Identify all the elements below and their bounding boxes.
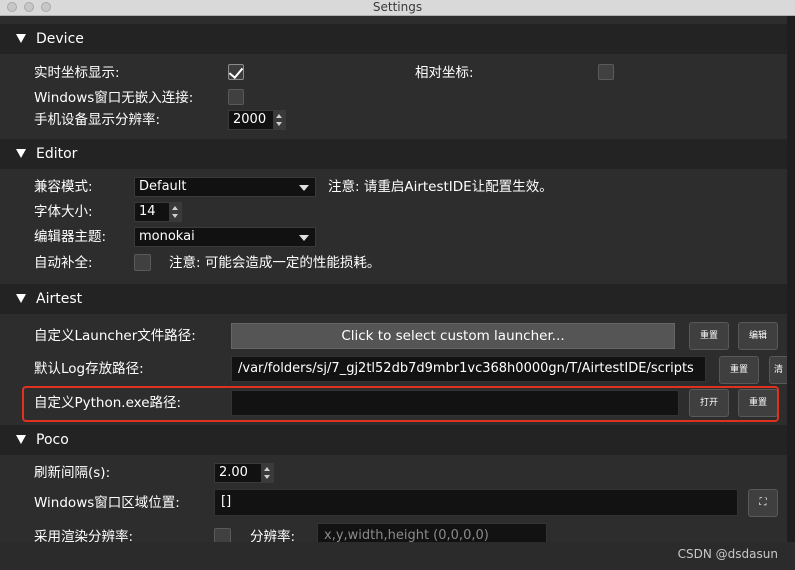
render-resolution-label: 采用渲染分辨率: — [34, 529, 134, 542]
refresh-interval-spinbox[interactable]: 2.00 — [214, 463, 274, 483]
poco-resolution-placeholder: x,y,width,height (0,0,0,0) — [324, 528, 489, 542]
font-size-spinbox[interactable]: 14 — [134, 202, 182, 222]
windows-no-embed-checkbox[interactable] — [228, 89, 244, 105]
section-title-airtest: Airtest — [36, 291, 83, 307]
collapse-arrow-icon — [16, 435, 26, 444]
section-header-airtest[interactable]: Airtest — [0, 284, 787, 314]
section-title-device: Device — [36, 31, 84, 47]
chevron-down-icon — [299, 235, 309, 241]
section-title-editor: Editor — [36, 146, 78, 162]
editor-theme-select[interactable]: monokai — [134, 227, 316, 247]
resolution-value: 2000 — [233, 112, 267, 127]
footer-bar — [0, 542, 795, 570]
font-size-label: 字体大小: — [34, 204, 93, 220]
collapse-arrow-icon — [16, 34, 26, 43]
log-path-field[interactable]: /var/folders/sj/7_gj2tl52db7d9mbr1vc368h… — [231, 356, 706, 382]
compat-mode-note: 注意: 请重启AirtestIDE让配置生效。 — [328, 179, 553, 195]
settings-content: Device 实时坐标显示: 相对坐标: Windows窗口无嵌入连接: 手机设… — [0, 16, 787, 542]
window-title: Settings — [372, 0, 423, 14]
spin-arrows[interactable] — [169, 203, 181, 221]
annotation-highlight-box — [22, 386, 779, 422]
launcher-reset-button[interactable]: 重置 — [689, 322, 729, 350]
expand-icon: ⛶ — [759, 497, 767, 508]
compat-mode-select[interactable]: Default — [134, 177, 316, 197]
poco-resolution-field[interactable]: x,y,width,height (0,0,0,0) — [317, 523, 547, 542]
arrow-down-icon — [276, 122, 282, 126]
select-launcher-button[interactable]: Click to select custom launcher... — [231, 323, 675, 349]
refresh-interval-label: 刷新间隔(s): — [34, 465, 111, 481]
vertical-scrollbar[interactable] — [787, 16, 795, 542]
arrow-down-icon — [172, 214, 178, 218]
editor-theme-value: monokai — [139, 229, 195, 244]
window-region-field[interactable]: [] — [214, 489, 738, 516]
resolution-label: 手机设备显示分辨率: — [34, 112, 161, 128]
realtime-coords-checkbox[interactable] — [228, 63, 244, 80]
launcher-path-label: 自定义Launcher文件路径: — [34, 328, 196, 344]
render-resolution-checkbox[interactable] — [214, 528, 231, 542]
window-region-label: Windows窗口区域位置: — [34, 495, 180, 511]
arrow-up-icon — [264, 467, 270, 471]
spin-arrows[interactable] — [261, 464, 273, 482]
autocomplete-note: 注意: 可能会造成一定的性能损耗。 — [169, 255, 381, 271]
arrow-up-icon — [172, 206, 178, 210]
compat-mode-value: Default — [139, 179, 187, 194]
watermark-text: CSDN @dsdasun — [677, 547, 778, 561]
window-titlebar: Settings — [0, 0, 795, 16]
launcher-edit-button[interactable]: 编辑 — [738, 322, 778, 350]
log-path-label: 默认Log存放路径: — [34, 361, 144, 377]
resolution-spinbox[interactable]: 2000 — [228, 110, 286, 130]
relative-coords-checkbox[interactable] — [598, 64, 614, 80]
spin-arrows[interactable] — [273, 111, 285, 129]
windows-no-embed-label: Windows窗口无嵌入连接: — [34, 90, 194, 106]
font-size-value: 14 — [139, 204, 156, 219]
autocomplete-checkbox[interactable] — [134, 254, 151, 271]
log-clear-button[interactable]: 清 — [769, 356, 787, 384]
checkmark-icon — [228, 63, 244, 80]
poco-resolution-label: 分辨率: — [250, 529, 296, 542]
collapse-arrow-icon — [16, 294, 26, 303]
section-title-poco: Poco — [36, 432, 69, 448]
section-header-device[interactable]: Device — [0, 24, 787, 54]
expand-region-button[interactable]: ⛶ — [748, 489, 778, 517]
refresh-interval-value: 2.00 — [219, 465, 248, 480]
log-path-value: /var/folders/sj/7_gj2tl52db7d9mbr1vc368h… — [238, 361, 694, 376]
arrow-down-icon — [264, 475, 270, 479]
section-header-editor[interactable]: Editor — [0, 139, 787, 169]
arrow-up-icon — [276, 114, 282, 118]
editor-theme-label: 编辑器主题: — [34, 229, 107, 245]
chevron-down-icon — [299, 185, 309, 191]
relative-coords-label: 相对坐标: — [415, 65, 474, 81]
section-header-poco[interactable]: Poco — [0, 425, 787, 455]
autocomplete-label: 自动补全: — [34, 255, 93, 271]
compat-mode-label: 兼容模式: — [34, 179, 93, 195]
realtime-coords-label: 实时坐标显示: — [34, 65, 120, 81]
log-reset-button[interactable]: 重置 — [719, 356, 759, 384]
collapse-arrow-icon — [16, 149, 26, 158]
window-region-value: [] — [221, 494, 232, 509]
